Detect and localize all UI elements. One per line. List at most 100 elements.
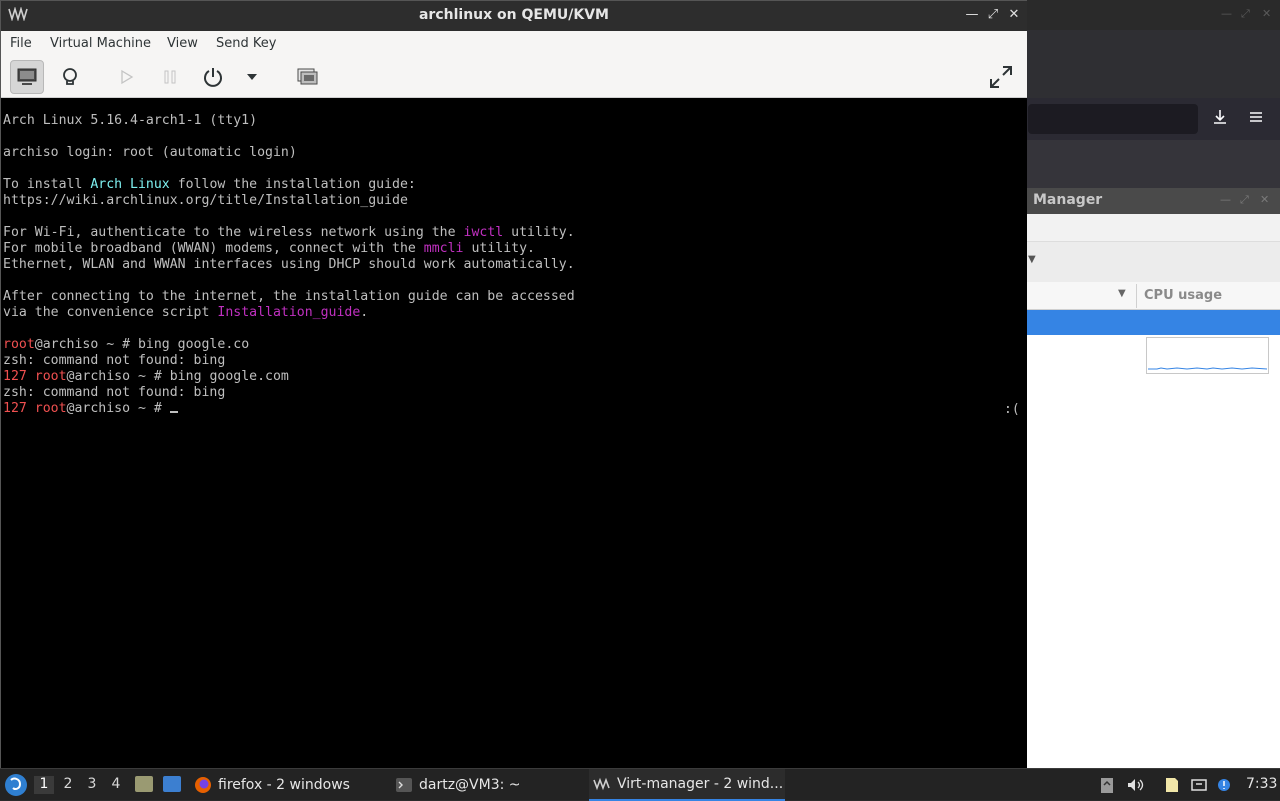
- chevron-down-icon[interactable]: ▼: [1028, 254, 1036, 265]
- workspace-4[interactable]: 4: [106, 776, 126, 794]
- task-virt-manager[interactable]: Virt-manager - 2 wind...: [589, 769, 785, 801]
- close-icon[interactable]: ✕: [1262, 7, 1271, 20]
- console-text: root: [3, 337, 35, 352]
- text-cursor: [169, 411, 178, 413]
- menu-file[interactable]: File: [10, 36, 32, 51]
- menu-virtual-machine[interactable]: Virtual Machine: [50, 36, 151, 51]
- notes-icon[interactable]: [1163, 776, 1181, 794]
- vm-console[interactable]: Arch Linux 5.16.4-arch1-1 (tty1) archiso …: [1, 98, 1027, 768]
- console-line: zsh: command not found: bing: [3, 385, 225, 401]
- console-text: root: [34, 369, 67, 384]
- console-text: For mobile broadband (WWAN) modems, conn…: [3, 241, 424, 256]
- console-line: zsh: command not found: bing: [3, 353, 225, 369]
- chevron-down-icon[interactable]: ▼: [1118, 288, 1126, 299]
- power-icon: [204, 68, 222, 87]
- pause-icon: [164, 70, 176, 84]
- virt-manager-title: Manager: [1033, 192, 1103, 208]
- console-text: zsh: command not found: bing: [3, 385, 226, 400]
- power-menu-button[interactable]: [237, 60, 267, 94]
- minimize-icon[interactable]: —: [1220, 193, 1231, 206]
- minimize-icon[interactable]: —: [1221, 7, 1232, 20]
- start-menu-button[interactable]: [5, 774, 27, 796]
- console-line: https://wiki.archlinux.org/title/Install…: [3, 193, 408, 209]
- console-text: 127: [3, 401, 35, 416]
- console-text: archiso login: root (automatic login): [3, 145, 297, 160]
- firefox-tab-area: [1026, 140, 1280, 188]
- close-icon[interactable]: ✕: [1005, 6, 1023, 24]
- cpu-usage-column-header[interactable]: CPU usage: [1144, 288, 1222, 303]
- console-text: To install: [3, 177, 91, 192]
- console-text: @archiso ~ # bing google.com: [66, 369, 289, 384]
- console-line: Arch Linux 5.16.4-arch1-1 (tty1): [3, 113, 257, 129]
- network-icon[interactable]: [1190, 776, 1208, 794]
- console-text: Ethernet, WLAN and WWAN interfaces using…: [3, 257, 575, 272]
- virt-manager-titlebar: Manager — ⤢ ✕: [1026, 188, 1280, 214]
- console-text: utility.: [503, 225, 575, 240]
- console-text: @archiso ~ # bing google.co: [34, 337, 250, 352]
- console-line: root@archiso ~ # bing google.co: [3, 337, 249, 353]
- menu-view[interactable]: View: [167, 36, 198, 51]
- console-text: Arch Linux: [90, 177, 170, 192]
- console-text: @archiso ~ #: [66, 401, 170, 416]
- show-console-button[interactable]: [10, 60, 44, 94]
- workspace-3[interactable]: 3: [82, 776, 102, 794]
- vm-list-selected-row[interactable]: [1026, 310, 1280, 335]
- console-text: https://wiki.archlinux.org/title/Install…: [3, 193, 408, 208]
- console-line: For mobile broadband (WWAN) modems, conn…: [3, 241, 535, 257]
- terminal-icon: [396, 778, 412, 792]
- download-icon[interactable]: [1210, 108, 1230, 128]
- workspace-1[interactable]: 1: [34, 776, 54, 794]
- console-text: follow the installation guide:: [169, 177, 416, 192]
- show-desktop-icon[interactable]: [163, 776, 181, 792]
- close-icon[interactable]: ✕: [1260, 193, 1269, 206]
- menu-send-key[interactable]: Send Key: [216, 36, 276, 51]
- window-titlebar[interactable]: archlinux on QEMU/KVM — ⤢ ✕: [1, 1, 1027, 31]
- virt-manager-icon: [593, 777, 610, 791]
- fullscreen-button[interactable]: [984, 60, 1018, 94]
- minimize-icon[interactable]: —: [963, 6, 981, 24]
- task-firefox[interactable]: firefox - 2 windows: [194, 769, 350, 801]
- firefox-titlebar: — ⤢ ✕: [1026, 0, 1280, 30]
- console-text: For Wi-Fi, authenticate to the wireless …: [3, 225, 464, 240]
- clock: 7:33: [1246, 776, 1278, 792]
- firefox-url-bar[interactable]: [1028, 104, 1198, 134]
- task-label: firefox - 2 windows: [218, 777, 350, 793]
- maximize-icon[interactable]: ⤢: [1240, 193, 1249, 207]
- background-virt-manager-window[interactable]: Manager — ⤢ ✕ ▼ ▼ CPU usage: [1026, 188, 1280, 768]
- task-label: dartz@VM3: ~: [419, 777, 521, 793]
- maximize-icon[interactable]: ⤢: [1241, 7, 1250, 21]
- volume-icon[interactable]: [1126, 776, 1144, 794]
- console-text: Arch Linux 5.16.4-arch1-1 (tty1): [3, 113, 258, 128]
- maximize-icon[interactable]: ⤢: [984, 6, 1002, 24]
- console-text: After connecting to the internet, the in…: [3, 289, 575, 304]
- console-line: via the convenience script Installation_…: [3, 305, 368, 321]
- console-line: Ethernet, WLAN and WWAN interfaces using…: [3, 257, 575, 273]
- console-line: archiso login: root (automatic login): [3, 145, 297, 161]
- console-text: iwctl: [463, 225, 504, 240]
- task-terminal[interactable]: dartz@VM3: ~: [395, 769, 521, 801]
- virt-manager-toolbar: ▼: [1026, 242, 1280, 282]
- power-button[interactable]: [196, 60, 230, 94]
- run-button[interactable]: [109, 60, 143, 94]
- console-status-text: :(: [1004, 402, 1020, 417]
- console-line: To install Arch Linux follow the install…: [3, 177, 416, 193]
- file-manager-icon[interactable]: [135, 776, 153, 792]
- play-icon: [121, 69, 134, 85]
- cpu-usage-graph: [1146, 337, 1269, 374]
- monitor-icon: [17, 68, 37, 85]
- console-text: 127: [3, 369, 35, 384]
- workspace-2[interactable]: 2: [58, 776, 78, 794]
- snapshots-button[interactable]: [290, 60, 324, 94]
- updates-icon[interactable]: [1216, 776, 1234, 794]
- console-text: .: [360, 305, 369, 320]
- clipboard-icon[interactable]: [1098, 776, 1116, 794]
- fullscreen-icon: [990, 66, 1012, 88]
- vm-viewer-window[interactable]: archlinux on QEMU/KVM — ⤢ ✕ File Virtual…: [0, 0, 1027, 768]
- pause-button[interactable]: [153, 60, 187, 94]
- console-line: After connecting to the internet, the in…: [3, 289, 575, 305]
- show-details-button[interactable]: [53, 60, 87, 94]
- window-title: archlinux on QEMU/KVM: [418, 7, 609, 23]
- console-text: via the convenience script: [3, 305, 218, 320]
- chevron-down-icon: [247, 74, 257, 80]
- hamburger-menu-icon[interactable]: [1246, 108, 1266, 128]
